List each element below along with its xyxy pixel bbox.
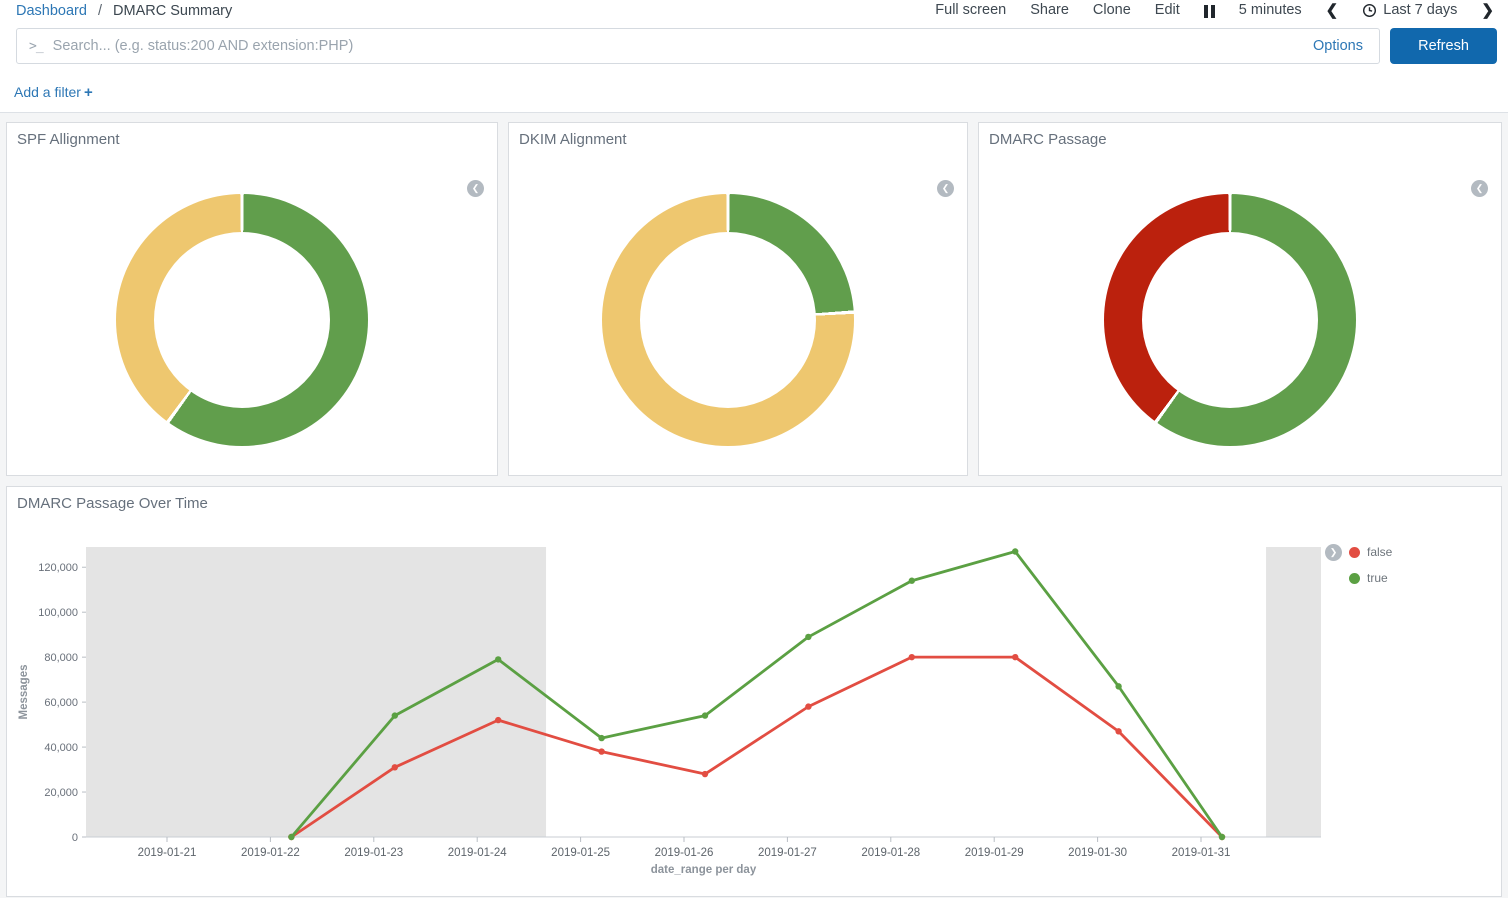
legend-dot-true	[1349, 573, 1360, 584]
svg-text:80,000: 80,000	[44, 652, 78, 664]
svg-text:2019-01-29: 2019-01-29	[965, 847, 1024, 859]
refresh-interval-picker[interactable]: 5 minutes	[1239, 2, 1302, 18]
svg-text:2019-01-25: 2019-01-25	[551, 847, 610, 859]
svg-text:2019-01-24: 2019-01-24	[448, 847, 507, 859]
header: Dashboard / DMARC Summary Full screen Sh…	[0, 0, 1508, 113]
legend-row-false: ❯ false	[1325, 539, 1392, 565]
svg-text:40,000: 40,000	[44, 742, 78, 754]
search-bar: >_ Options	[16, 28, 1380, 64]
menu-share[interactable]: Share	[1030, 2, 1069, 18]
svg-text:2019-01-23: 2019-01-23	[344, 847, 403, 859]
legend-item-false[interactable]: false	[1367, 545, 1392, 559]
svg-text:60,000: 60,000	[44, 697, 78, 709]
panel-dkim-alignment: DKIM Alignment ❮	[508, 122, 968, 476]
svg-text:2019-01-28: 2019-01-28	[861, 847, 920, 859]
menu-edit[interactable]: Edit	[1155, 2, 1180, 18]
options-link[interactable]: Options	[1313, 38, 1363, 54]
panel-dmarc-over-time: DMARC Passage Over Time 020,00040,00060,…	[6, 486, 1502, 897]
svg-text:2019-01-22: 2019-01-22	[241, 847, 300, 859]
svg-text:2019-01-26: 2019-01-26	[655, 847, 714, 859]
legend-collapse-icon[interactable]: ❮	[467, 180, 484, 197]
menu-clone[interactable]: Clone	[1093, 2, 1131, 18]
time-forward-chevron-icon[interactable]: ❯	[1481, 3, 1494, 18]
terminal-prompt-icon: >_	[29, 39, 43, 54]
panel-dmarc-passage: DMARC Passage ❮	[978, 122, 1502, 476]
dkim-donut-chart[interactable]	[602, 194, 854, 446]
svg-text:20,000: 20,000	[44, 787, 78, 799]
legend-row-true: true	[1349, 565, 1392, 591]
dashboard-grid: SPF Allignment ❮ DKIM Alignment ❮ DMARC …	[0, 113, 1508, 898]
add-filter-label: Add a filter	[14, 84, 81, 100]
add-filter-link[interactable]: Add a filter+	[14, 84, 93, 100]
clock-icon	[1362, 3, 1377, 18]
legend-dot-false	[1349, 547, 1360, 558]
dmarc-donut-chart[interactable]	[1104, 194, 1356, 446]
menu-full-screen[interactable]: Full screen	[935, 2, 1006, 18]
panel-title-dkim: DKIM Alignment	[519, 131, 627, 148]
legend-collapse-icon[interactable]: ❮	[937, 180, 954, 197]
plus-icon: +	[84, 84, 93, 101]
svg-text:2019-01-27: 2019-01-27	[758, 847, 817, 859]
refresh-button[interactable]: Refresh	[1390, 28, 1497, 64]
svg-text:date_range per day: date_range per day	[651, 864, 757, 876]
svg-text:2019-01-31: 2019-01-31	[1172, 847, 1231, 859]
breadcrumb-dashboard-link[interactable]: Dashboard	[16, 3, 87, 19]
legend-collapse-icon[interactable]: ❮	[1471, 180, 1488, 197]
kibana-dashboard: Dashboard / DMARC Summary Full screen Sh…	[0, 0, 1508, 898]
dmarc-over-time-line-chart[interactable]: 0 20,000 40,000 60,000 80,000 100,000 120,000 2…	[7, 487, 1501, 896]
legend-item-true[interactable]: true	[1367, 571, 1388, 585]
svg-text:2019-01-30: 2019-01-30	[1068, 847, 1127, 859]
svg-text:100,000: 100,000	[38, 607, 78, 619]
spf-donut-chart[interactable]	[116, 194, 368, 446]
svg-text:120,000: 120,000	[38, 562, 78, 574]
search-input[interactable]	[53, 38, 1313, 54]
panel-title-dmarc: DMARC Passage	[989, 131, 1107, 148]
filter-bar: Add a filter+	[14, 84, 93, 101]
time-range-label: Last 7 days	[1383, 2, 1457, 18]
legend-expand-icon[interactable]: ❯	[1325, 544, 1342, 561]
breadcrumb-separator: /	[98, 3, 102, 19]
chart-legend: ❯ false true	[1325, 539, 1392, 591]
dashboard-top-menu: Full screen Share Clone Edit 5 minutes ❮…	[935, 2, 1494, 18]
breadcrumb: Dashboard / DMARC Summary	[16, 3, 232, 19]
time-range-picker[interactable]: Last 7 days	[1362, 2, 1457, 18]
panel-spf-alignment: SPF Allignment ❮	[6, 122, 498, 476]
time-back-chevron-icon[interactable]: ❮	[1326, 3, 1339, 18]
panel-title-spf: SPF Allignment	[17, 131, 120, 148]
svg-text:0: 0	[72, 832, 78, 844]
breadcrumb-current-page: DMARC Summary	[113, 3, 232, 19]
pause-icon[interactable]	[1204, 3, 1215, 18]
svg-text:2019-01-21: 2019-01-21	[138, 847, 197, 859]
svg-text:Messages: Messages	[18, 665, 30, 720]
